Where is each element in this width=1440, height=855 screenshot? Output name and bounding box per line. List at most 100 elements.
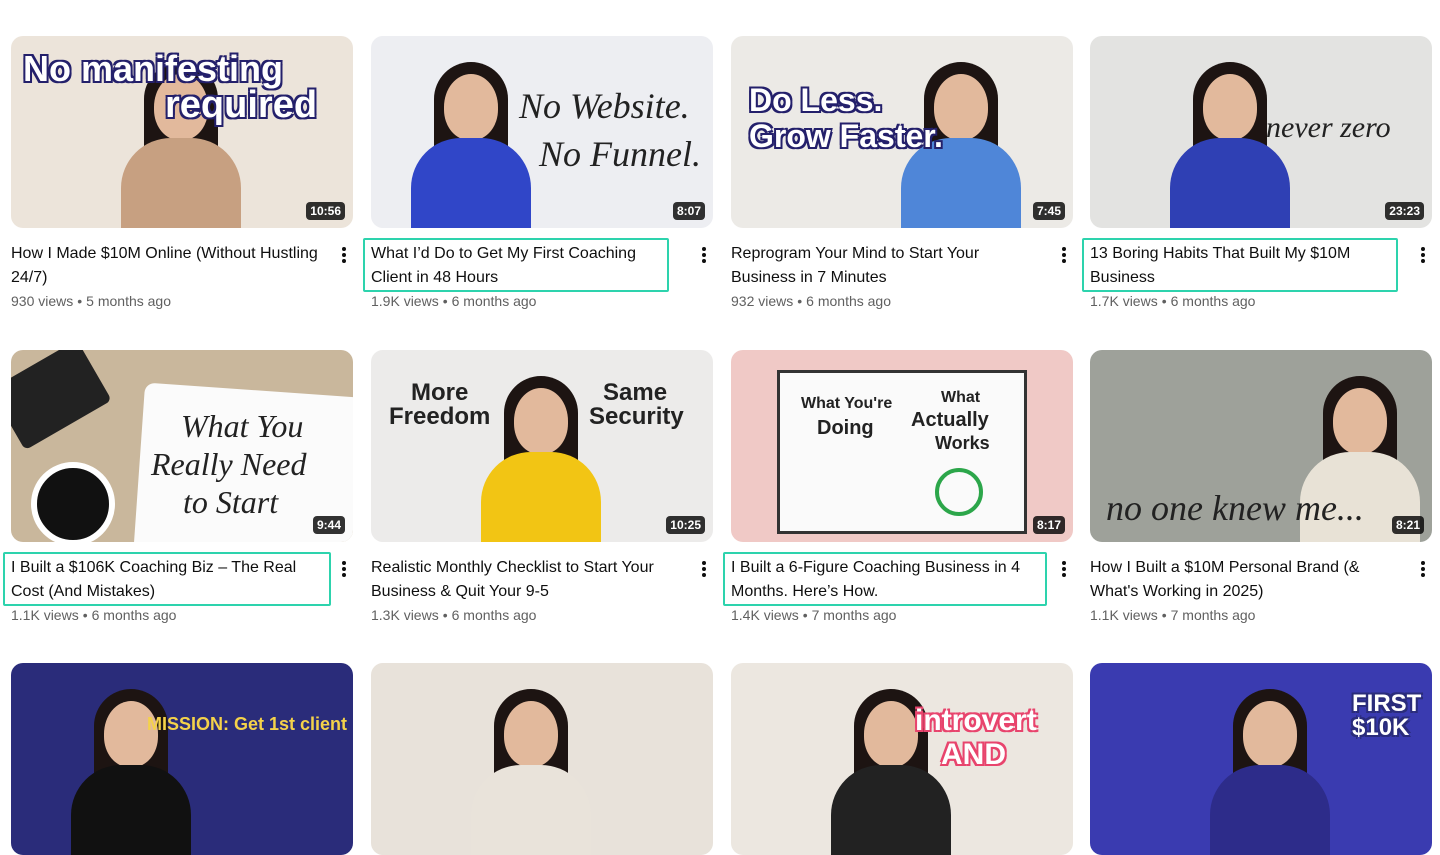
thumbnail-caption: Grow Faster. (749, 118, 943, 154)
video-metadata: 1.9K views • 6 months ago (371, 293, 536, 309)
title-highlight-box (363, 238, 669, 292)
view-count: 930 views (11, 293, 74, 309)
coffee-cup-image (31, 462, 115, 542)
duration-badge: 8:07 (672, 202, 705, 220)
view-count: 1.3K views (371, 607, 439, 623)
title-highlight-box (1082, 238, 1398, 292)
thumbnail-caption: $10K (1352, 714, 1410, 741)
view-count: 1.7K views (1090, 293, 1158, 309)
meta-separator: • (77, 293, 83, 309)
video-metadata: 1.4K views • 7 months ago (731, 607, 896, 623)
more-vert-icon[interactable] (1416, 559, 1430, 579)
video-thumbnail[interactable]: introvert AND (731, 663, 1073, 855)
video-thumbnail[interactable]: FIRST $10K (1090, 663, 1432, 855)
presenter-image (481, 372, 601, 542)
video-thumbnail[interactable]: More Freedom Same Security 10:25 (371, 350, 713, 542)
thumbnail-caption: What You (181, 408, 304, 444)
more-vert-icon[interactable] (1057, 245, 1071, 265)
video-metadata: 1.3K views • 6 months ago (371, 607, 536, 623)
laptop-image (11, 350, 112, 451)
more-vert-icon[interactable] (697, 559, 711, 579)
upload-age: 6 months ago (451, 293, 537, 309)
video-card[interactable]: introvert AND (731, 663, 1073, 855)
thumbnail-caption: What You're (801, 395, 893, 412)
duration-badge: 10:25 (666, 516, 705, 534)
video-thumbnail[interactable]: never zero 23:23 (1090, 36, 1432, 228)
video-card[interactable]: What You Really Need to Start 9:44 I Built a… (3, 350, 353, 640)
duration-badge: 8:21 (1391, 516, 1424, 534)
video-thumbnail[interactable]: no one knew me... 8:21 (1090, 350, 1432, 542)
view-count: 932 views (731, 293, 794, 309)
video-card[interactable]: No Website. No Funnel. 8:07 What I’d Do to … (363, 36, 713, 326)
video-title[interactable]: Realistic Monthly Checklist to Start You… (371, 556, 681, 604)
thumbnail-caption: Really Need (151, 446, 307, 482)
thumbnail-caption: no one knew me... (1106, 488, 1364, 528)
thumbnail-caption: More (411, 379, 469, 406)
video-card[interactable]: FIRST $10K (1090, 663, 1432, 855)
upload-age: 6 months ago (1170, 293, 1256, 309)
more-vert-icon[interactable] (697, 245, 711, 265)
video-metadata: 930 views • 5 months ago (11, 293, 171, 309)
duration-badge: 8:17 (1032, 516, 1065, 534)
video-thumbnail[interactable]: MISSION: Get 1st client (11, 663, 353, 855)
thumbnail-caption: required (165, 84, 318, 126)
video-card[interactable]: More Freedom Same Security 10:25 Realistic Mo… (371, 350, 713, 640)
presenter-image (1210, 685, 1330, 855)
thumbnail-caption: Doing (817, 417, 874, 439)
target-icon (935, 468, 983, 516)
presenter-image (71, 685, 191, 855)
video-thumbnail[interactable]: No Website. No Funnel. 8:07 (371, 36, 713, 228)
meta-separator: • (82, 607, 88, 623)
thumbnail-caption: No Website. (519, 86, 690, 126)
video-thumbnail[interactable]: Do Less. Grow Faster. 7:45 (731, 36, 1073, 228)
thumbnail-caption: What (941, 389, 981, 406)
video-thumbnail[interactable]: No manifesting required 10:56 (11, 36, 353, 228)
thumbnail-caption: No Funnel. (539, 134, 701, 174)
thumbnail-caption: never zero (1266, 111, 1391, 144)
thumbnail-caption: Works (935, 433, 990, 453)
thumbnail-caption: to Start (183, 484, 279, 520)
more-vert-icon[interactable] (1057, 559, 1071, 579)
video-card[interactable]: No manifesting required 10:56 How I Made $1… (11, 36, 353, 326)
upload-age: 7 months ago (1170, 607, 1256, 623)
video-title[interactable]: How I Built a $10M Personal Brand (& Wha… (1090, 556, 1400, 604)
duration-badge: 7:45 (1032, 202, 1065, 220)
video-metadata: 1.1K views • 6 months ago (11, 607, 176, 623)
duration-badge: 23:23 (1385, 202, 1424, 220)
meta-separator: • (797, 293, 803, 309)
video-thumbnail[interactable]: What You Really Need to Start 9:44 (11, 350, 353, 542)
thumbnail-caption: Security (589, 403, 684, 430)
thumbnail-caption: Actually (911, 409, 989, 431)
title-highlight-box (723, 552, 1047, 606)
video-title[interactable]: How I Made $10M Online (Without Hustling… (11, 242, 321, 290)
video-title[interactable]: Reprogram Your Mind to Start Your Busine… (731, 242, 1041, 290)
thumbnail-caption: Do Less. (749, 82, 883, 118)
duration-badge: 9:44 (312, 516, 345, 534)
view-count: 1.9K views (371, 293, 439, 309)
video-card[interactable]: never zero 23:23 13 Boring Habits That Bui… (1082, 36, 1432, 326)
video-card[interactable]: What You're Doing What Actually Works 8:17 I B… (723, 350, 1073, 640)
upload-age: 5 months ago (86, 293, 172, 309)
meta-separator: • (1161, 293, 1167, 309)
presenter-image (471, 685, 591, 855)
thumbnail-caption: Freedom (389, 403, 491, 430)
more-vert-icon[interactable] (337, 245, 351, 265)
more-vert-icon[interactable] (1416, 245, 1430, 265)
meta-separator: • (442, 293, 448, 309)
title-highlight-box (3, 552, 331, 606)
more-vert-icon[interactable] (337, 559, 351, 579)
video-card[interactable]: Do Less. Grow Faster. 7:45 Reprogram Your M… (731, 36, 1073, 326)
video-metadata: 932 views • 6 months ago (731, 293, 891, 309)
thumbnail-caption: Same (603, 379, 668, 406)
thumbnail-caption: introvert (915, 704, 1037, 737)
video-card[interactable] (371, 663, 713, 855)
video-card[interactable]: MISSION: Get 1st client (11, 663, 353, 855)
video-thumbnail[interactable]: What You're Doing What Actually Works 8:17 (731, 350, 1073, 542)
view-count: 1.4K views (731, 607, 799, 623)
video-thumbnail[interactable] (371, 663, 713, 855)
meta-separator: • (802, 607, 808, 623)
video-card[interactable]: no one knew me... 8:21 How I Built a $10M … (1090, 350, 1432, 640)
thumbnail-caption: FIRST (1352, 690, 1422, 717)
presenter-image (411, 58, 531, 228)
meta-separator: • (442, 607, 448, 623)
